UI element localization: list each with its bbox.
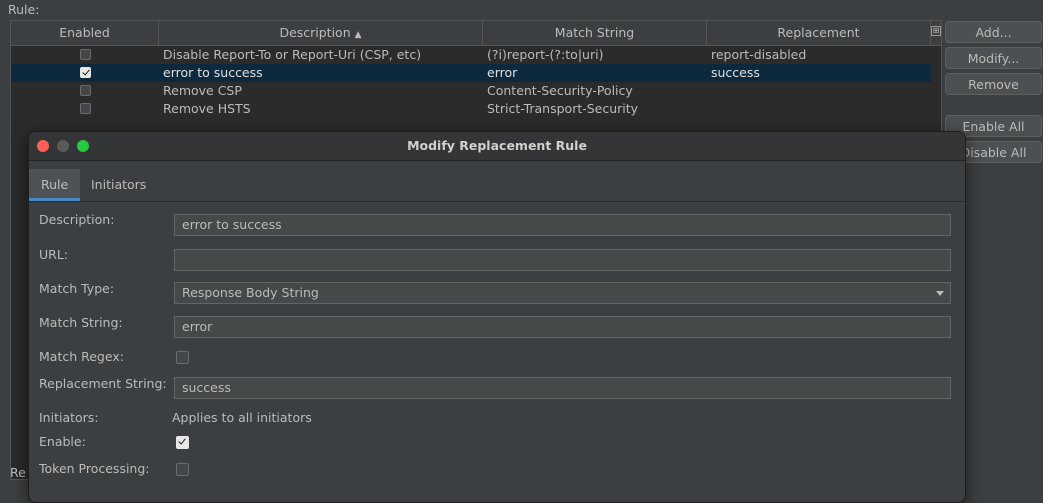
column-header-replacement[interactable]: Replacement [707, 21, 931, 45]
match-regex-label: Match Regex: [39, 349, 124, 364]
dialog-tabs: Rule Initiators [29, 169, 965, 202]
token-processing-checkbox[interactable] [176, 463, 189, 476]
match-string-label: Match String: [39, 315, 123, 330]
column-header-enabled[interactable]: Enabled [11, 21, 159, 45]
url-field[interactable] [174, 249, 951, 271]
tab-initiators[interactable]: Initiators [79, 169, 158, 201]
row-match-string: (?i)report-(?:to|uri) [487, 47, 604, 62]
column-chooser-icon[interactable]: ⊞ [931, 26, 941, 36]
modify-replacement-rule-dialog: Modify Replacement Rule Rule Initiators … [28, 131, 966, 503]
column-header-label: Replacement [777, 25, 860, 40]
replacement-string-field[interactable]: success [174, 377, 951, 399]
dialog-title: Modify Replacement Rule [407, 138, 587, 153]
rule-section-label: Rule: [8, 2, 40, 17]
row-match-string: Content-Security-Policy [487, 83, 633, 98]
remove-button[interactable]: Remove [945, 73, 1042, 95]
replacement-string-label: Replacement String: [39, 376, 167, 391]
enabled-checkbox[interactable] [80, 67, 91, 78]
match-type-label: Match Type: [39, 281, 115, 296]
match-type-selected-value: Response Body String [182, 285, 319, 300]
description-label: Description: [39, 212, 115, 227]
column-header-description[interactable]: Description ▲ [159, 21, 483, 45]
table-row[interactable]: Remove HSTS Strict-Transport-Security [11, 100, 931, 118]
row-description: Remove HSTS [163, 101, 251, 116]
url-label: URL: [39, 247, 69, 262]
row-match-string: Strict-Transport-Security [487, 101, 639, 116]
initiators-value: Applies to all initiators [172, 410, 312, 425]
match-type-select[interactable]: Response Body String [174, 282, 951, 304]
match-string-field[interactable]: error [174, 316, 951, 338]
column-header-label: Match String [554, 25, 635, 40]
enabled-checkbox[interactable] [80, 85, 91, 96]
table-header: Enabled Description ▲ Match String Replac… [11, 21, 941, 46]
row-description: Disable Report-To or Report-Uri (CSP, et… [163, 47, 422, 62]
column-header-match-string[interactable]: Match String [483, 21, 707, 45]
modify-button[interactable]: Modify... [945, 47, 1042, 69]
initiators-label: Initiators: [39, 410, 99, 425]
table-row[interactable]: Remove CSP Content-Security-Policy [11, 82, 931, 100]
row-replacement: report-disabled [711, 47, 807, 62]
enabled-checkbox[interactable] [80, 103, 91, 114]
enabled-checkbox[interactable] [80, 49, 91, 60]
row-description: Remove CSP [163, 83, 242, 98]
enable-label: Enable: [39, 434, 86, 449]
enable-checkbox[interactable] [176, 436, 189, 449]
token-processing-label: Token Processing: [39, 461, 150, 476]
row-description: error to success [163, 65, 263, 80]
column-header-label: Description [279, 25, 351, 40]
tab-rule[interactable]: Rule [29, 169, 81, 201]
dialog-titlebar[interactable]: Modify Replacement Rule [29, 132, 965, 161]
table-row[interactable]: Disable Report-To or Report-Uri (CSP, et… [11, 46, 931, 64]
table-row[interactable]: error to success error success [11, 64, 931, 82]
bottom-label-fragment: Re [10, 465, 26, 480]
description-field[interactable]: error to success [174, 214, 951, 236]
row-replacement: success [711, 65, 760, 80]
add-button[interactable]: Add... [945, 21, 1042, 43]
chevron-down-icon [936, 291, 944, 296]
row-match-string: error [487, 65, 518, 80]
column-header-label: Enabled [59, 25, 110, 40]
match-regex-checkbox[interactable] [176, 351, 189, 364]
sort-ascending-icon: ▲ [354, 30, 362, 40]
